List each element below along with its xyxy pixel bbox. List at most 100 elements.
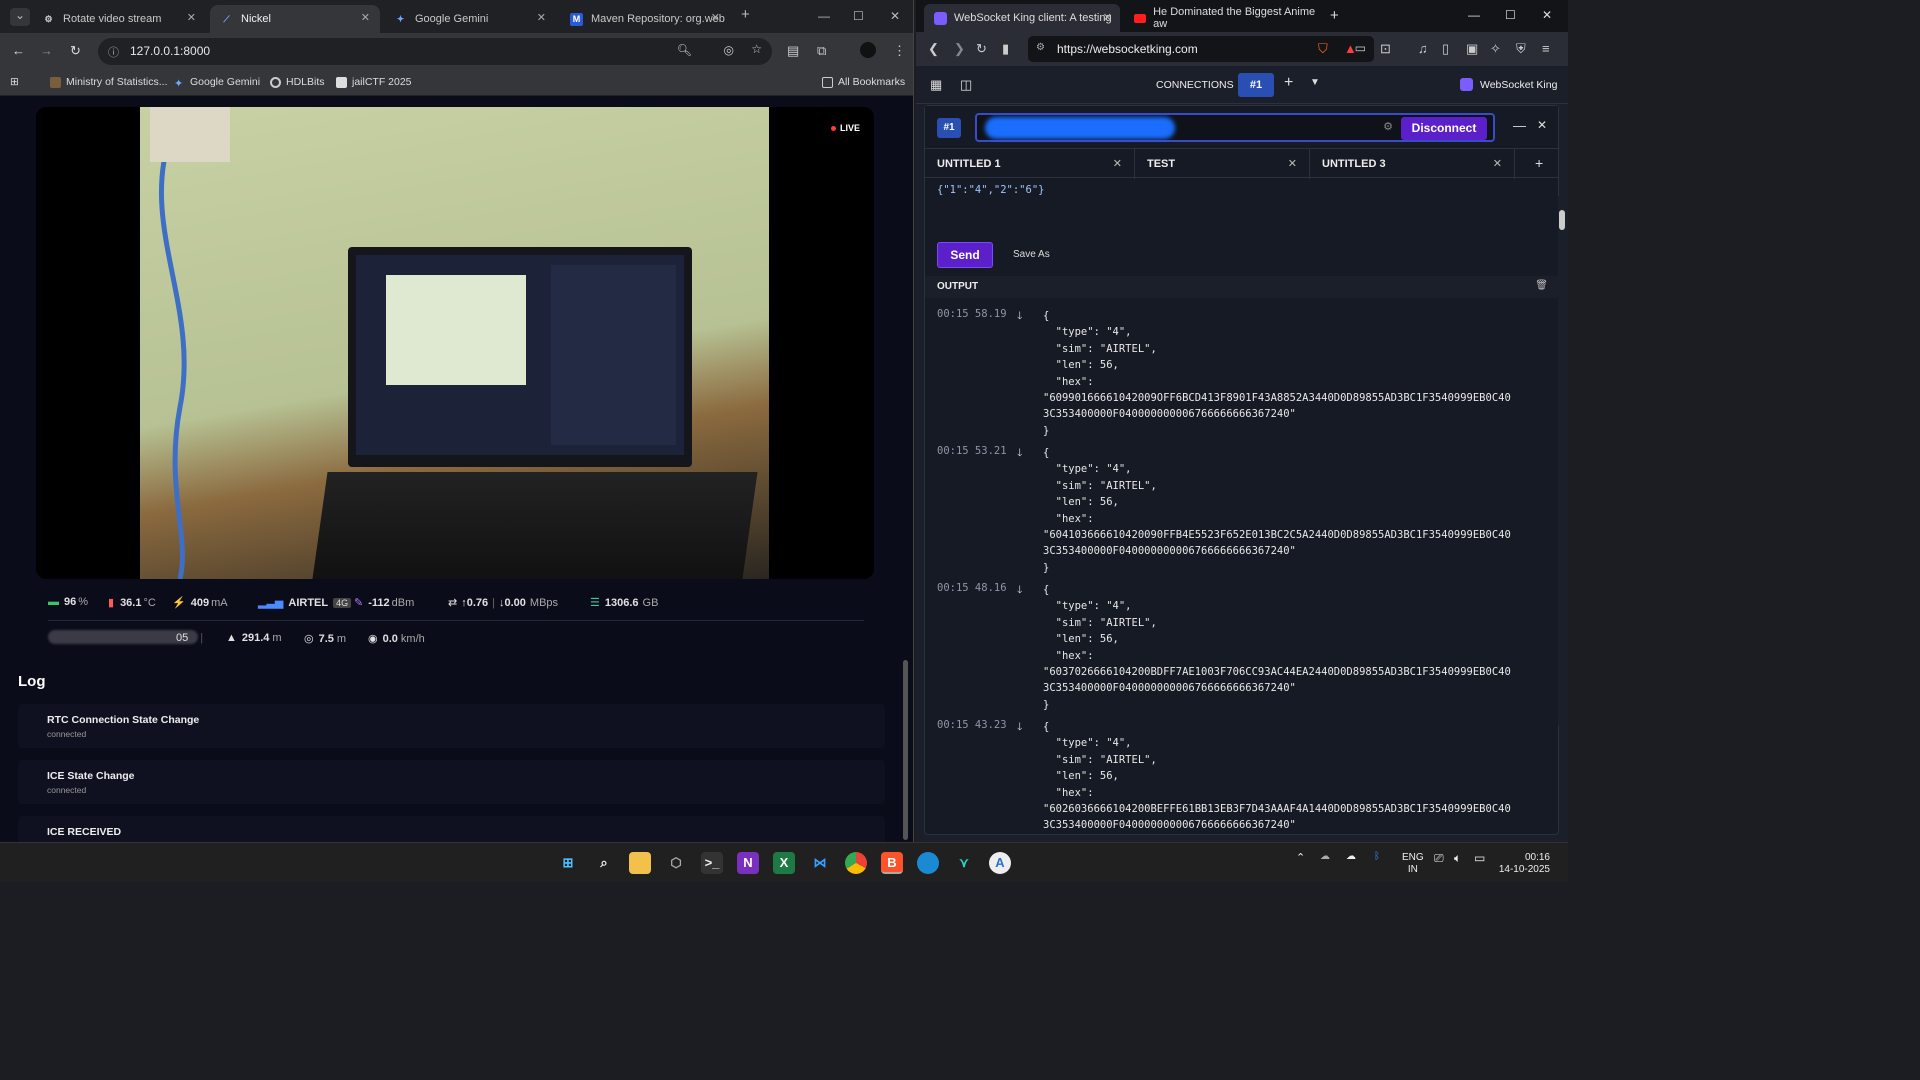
bluetooth-icon[interactable]: ᛒ: [1374, 851, 1380, 862]
close-icon[interactable]: ✕: [361, 11, 370, 24]
app-store-icon[interactable]: A: [989, 852, 1011, 874]
bookmark-ministry[interactable]: Ministry of Statistics...: [50, 76, 168, 88]
chrome-icon[interactable]: [845, 852, 867, 874]
brave-icon[interactable]: B: [881, 852, 903, 874]
maximize-button[interactable]: ☐: [853, 9, 864, 23]
screenshot-icon[interactable]: ⊡: [1380, 41, 1391, 57]
forward-arrow-icon[interactable]: ❯: [954, 41, 965, 57]
close-icon[interactable]: ✕: [187, 11, 196, 24]
clock[interactable]: 00:16 14-10-2025: [1498, 852, 1550, 876]
tab-nickel[interactable]: ⟋ Nickel ✕: [210, 5, 380, 33]
vscode-icon[interactable]: ⋈: [809, 852, 831, 874]
reload-icon[interactable]: ↻: [976, 41, 987, 57]
apps-grid-icon[interactable]: ⊞: [10, 76, 19, 88]
close-panel-icon[interactable]: ✕: [1537, 118, 1547, 132]
apps-grid-icon[interactable]: ▦: [930, 77, 942, 93]
close-icon[interactable]: ✕: [711, 11, 720, 24]
onenote-icon[interactable]: N: [737, 852, 759, 874]
close-icon[interactable]: ✕: [1103, 11, 1112, 24]
terminal-icon[interactable]: >_: [701, 852, 723, 874]
menu-icon[interactable]: ≡: [1542, 41, 1550, 56]
close-window-button[interactable]: ✕: [1542, 8, 1552, 22]
tab-maven[interactable]: M Maven Repository: org.web ✕: [560, 5, 730, 33]
search-icon[interactable]: ⌕: [593, 852, 615, 874]
brave-rewards-icon[interactable]: ▲: [1344, 41, 1357, 56]
chevron-down-icon[interactable]: ▼: [1310, 77, 1320, 88]
editor-tab[interactable]: TEST ✕: [1135, 149, 1310, 179]
send-button[interactable]: Send: [937, 242, 993, 268]
tray-chevron-icon[interactable]: ⌃: [1296, 851, 1305, 864]
bookmark-icon[interactable]: ▮: [1002, 41, 1009, 57]
editor-tab[interactable]: UNTITLED 1 ✕: [925, 149, 1135, 179]
scrollbar-thumb[interactable]: [1559, 210, 1565, 230]
app-icon[interactable]: ⬡: [665, 852, 687, 874]
edge-icon[interactable]: [917, 852, 939, 874]
video-player[interactable]: LIVE: [36, 107, 874, 579]
websocket-url-input[interactable]: ⚙ Disconnect: [975, 113, 1495, 142]
add-connection-button[interactable]: +: [1284, 74, 1293, 92]
connections-label[interactable]: CONNECTIONS: [1156, 79, 1234, 91]
message-editor[interactable]: {"1":"4","2":"6"}: [937, 184, 1044, 196]
leo-icon[interactable]: ✧: [1490, 41, 1501, 57]
media-icon[interactable]: ♫: [1418, 41, 1428, 56]
save-as-button[interactable]: Save As: [1013, 249, 1050, 260]
wallet-icon[interactable]: ▣: [1466, 41, 1478, 57]
extensions-icon[interactable]: ⧉: [817, 43, 826, 59]
minimize-button[interactable]: —: [818, 9, 830, 23]
editor-tab[interactable]: UNTITLED 3 ✕: [1310, 149, 1515, 179]
close-window-button[interactable]: ✕: [890, 9, 900, 23]
onedrive-icon[interactable]: ☁: [1346, 851, 1356, 862]
bookmark-jailctf[interactable]: jailCTF 2025: [336, 76, 412, 88]
new-tab-button[interactable]: +: [1330, 7, 1339, 24]
add-editor-tab-button[interactable]: +: [1535, 155, 1543, 171]
volume-icon[interactable]: 🔈︎: [1454, 851, 1461, 866]
minimize-button[interactable]: —: [1468, 8, 1480, 22]
output-scrollbar[interactable]: [1558, 196, 1566, 726]
forward-arrow-icon[interactable]: →: [40, 43, 53, 58]
settings-gear-icon[interactable]: ⚙: [1383, 120, 1393, 133]
close-icon[interactable]: ✕: [1113, 157, 1122, 170]
cloud-icon[interactable]: ☁: [1320, 851, 1330, 862]
close-icon[interactable]: ✕: [537, 11, 546, 24]
display-icon[interactable]: ⎚: [1434, 851, 1444, 866]
windows-start-icon[interactable]: ⊞: [557, 852, 579, 874]
tab-google-gemini[interactable]: ✦ Google Gemini ✕: [384, 5, 556, 33]
site-info-icon[interactable]: ⓘ: [108, 44, 119, 60]
eye-off-icon[interactable]: ◎: [724, 43, 734, 57]
avatar[interactable]: [860, 42, 876, 58]
close-icon[interactable]: ✕: [1288, 157, 1297, 170]
tab-search-chevron-icon[interactable]: ⌄: [10, 8, 30, 26]
sidebar-icon[interactable]: ▯: [1442, 41, 1449, 57]
back-arrow-icon[interactable]: ❮: [928, 41, 939, 57]
minimize-panel-icon[interactable]: —: [1513, 118, 1526, 133]
maximize-button[interactable]: ☐: [1505, 8, 1516, 22]
tab-youtube[interactable]: He Dominated the Biggest Anime aw: [1124, 4, 1320, 32]
new-tab-button[interactable]: +: [741, 6, 750, 23]
address-bar[interactable]: ⓘ 127.0.0.1:8000 🔍︎ ◎ ☆: [98, 38, 772, 65]
reading-list-icon[interactable]: ▤: [787, 43, 799, 59]
excel-icon[interactable]: X: [773, 852, 795, 874]
panel-toggle-icon[interactable]: ◫: [960, 77, 972, 93]
star-icon[interactable]: ☆: [751, 42, 762, 56]
bookmark-gemini[interactable]: ✦ Google Gemini: [174, 76, 260, 90]
brave-shield-icon[interactable]: ⛉: [1318, 41, 1328, 57]
back-arrow-icon[interactable]: ←: [12, 43, 25, 58]
bookmark-hdlbits[interactable]: HDLBits: [270, 76, 325, 88]
disconnect-button[interactable]: Disconnect: [1401, 117, 1487, 140]
app-icon[interactable]: ⋎: [953, 852, 975, 874]
site-settings-icon[interactable]: ⚙: [1036, 42, 1045, 53]
reload-icon[interactable]: ↻: [70, 43, 81, 59]
close-icon[interactable]: ✕: [1493, 157, 1502, 170]
battery-icon[interactable]: ▭: [1474, 851, 1485, 865]
trash-icon[interactable]: 🗑︎: [1535, 280, 1548, 291]
tab-websocket-king[interactable]: WebSocket King client: A testing ✕: [924, 4, 1120, 32]
all-bookmarks-folder[interactable]: All Bookmarks: [822, 76, 905, 88]
connection-tab-badge[interactable]: #1: [1238, 73, 1274, 97]
menu-dots-icon[interactable]: ⋮: [893, 43, 906, 59]
language-indicator[interactable]: ENG IN: [1402, 852, 1424, 876]
file-explorer-icon[interactable]: [629, 852, 651, 874]
zoom-icon[interactable]: 🔍︎: [677, 43, 692, 57]
tab-rotate-video[interactable]: ⚙ Rotate video stream ✕: [32, 5, 206, 33]
vpn-icon[interactable]: ⛨: [1516, 41, 1526, 57]
page-scrollbar[interactable]: [903, 660, 908, 840]
